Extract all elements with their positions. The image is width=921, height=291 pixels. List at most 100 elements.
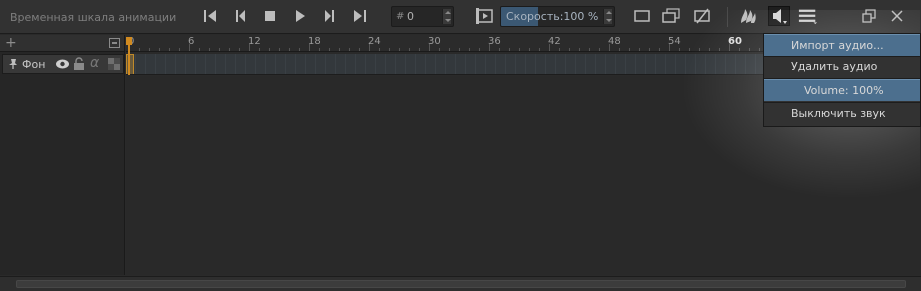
ruler-tick <box>529 48 530 51</box>
audio-menu-item[interactable]: Выключить звук <box>764 103 920 125</box>
close-icon[interactable] <box>887 6 907 26</box>
ruler-tick <box>179 48 180 51</box>
horizontal-scrollbar[interactable] <box>0 276 921 291</box>
ruler-tick <box>479 48 480 51</box>
menu-icon[interactable] <box>798 6 818 26</box>
frame-spinner[interactable] <box>442 9 451 24</box>
ruler-tick <box>569 48 570 51</box>
scrollbar-thumb[interactable] <box>16 280 906 288</box>
ruler-tick <box>659 48 660 51</box>
speed-value: 100 % <box>563 10 599 23</box>
toolbar-separator <box>727 7 728 27</box>
ruler-tick <box>209 48 210 51</box>
layers-panel: + Фон α <box>0 35 125 275</box>
timeline-toolbar: Временная шкала анимации # 0 Скорость:10… <box>0 0 921 34</box>
ruler-tick <box>719 48 720 51</box>
pin-icon[interactable] <box>7 58 19 73</box>
ruler-tick <box>679 48 680 51</box>
ruler-tick <box>579 48 580 51</box>
ruler-tick <box>359 48 360 51</box>
previous-frame-icon[interactable] <box>230 6 250 26</box>
ruler-tick <box>599 48 600 51</box>
ruler-tick <box>149 48 150 51</box>
ruler-tick <box>639 48 640 51</box>
ruler-tick <box>419 48 420 51</box>
ruler-tick <box>509 48 510 51</box>
speed-spinner[interactable] <box>603 9 612 24</box>
ruler-label: 42 <box>548 36 561 47</box>
ruler-label: 36 <box>488 36 501 47</box>
ruler-label: 18 <box>308 36 321 47</box>
ruler-tick <box>469 48 470 51</box>
ruler-tick <box>279 48 280 51</box>
ruler-label: 54 <box>668 36 681 47</box>
skip-to-first-icon[interactable] <box>200 6 220 26</box>
audio-menu-item[interactable]: Импорт аудио... <box>764 34 920 56</box>
layer-name: Фон <box>22 58 46 71</box>
ruler-tick <box>619 48 620 51</box>
ruler-tick <box>499 48 500 51</box>
ruler-tick <box>259 48 260 51</box>
ruler-tick <box>759 48 760 51</box>
ruler-tick <box>739 48 740 51</box>
frame-number-input[interactable]: # 0 <box>391 6 454 27</box>
next-frame-icon[interactable] <box>320 6 340 26</box>
ruler-label: 30 <box>428 36 441 47</box>
ruler-tick <box>199 48 200 51</box>
ruler-tick <box>169 48 170 51</box>
ruler-tick <box>299 48 300 51</box>
layers-header: + <box>0 35 124 52</box>
single-frame-view-icon[interactable] <box>632 6 652 26</box>
audio-menu-item[interactable]: Удалить аудио <box>764 56 920 78</box>
ruler-label: 48 <box>608 36 621 47</box>
ruler-tick <box>749 48 750 51</box>
ruler-tick <box>539 48 540 51</box>
ruler-tick <box>269 48 270 51</box>
add-layer-icon[interactable]: + <box>5 35 17 52</box>
ruler-tick <box>409 48 410 51</box>
no-onion-skin-icon[interactable] <box>692 6 712 26</box>
audio-menu-item[interactable]: Volume: 100% <box>764 79 920 101</box>
frame-range-icon[interactable] <box>475 6 495 26</box>
ruler-tick <box>229 48 230 51</box>
layer-row[interactable]: Фон α <box>2 54 124 74</box>
frame-hash-label: # <box>396 11 405 22</box>
ruler-tick <box>339 48 340 51</box>
ruler-tick <box>439 48 440 51</box>
eye-icon[interactable] <box>55 57 70 74</box>
onion-skin-icon[interactable] <box>661 6 681 26</box>
ruler-tick <box>519 48 520 51</box>
ruler-tick <box>459 48 460 51</box>
flame-brush-icon[interactable] <box>738 6 758 26</box>
stop-icon[interactable] <box>260 6 280 26</box>
alpha-icon[interactable]: α <box>90 55 99 71</box>
playhead[interactable] <box>126 35 133 76</box>
ruler-tick <box>319 48 320 51</box>
menu-divider <box>764 102 920 103</box>
ruler-tick <box>139 48 140 51</box>
skip-to-last-icon[interactable] <box>350 6 370 26</box>
ruler-tick <box>329 48 330 51</box>
lock-icon[interactable] <box>73 57 85 74</box>
ruler-tick <box>349 48 350 51</box>
ruler-tick <box>289 48 290 51</box>
speaker-icon[interactable] <box>768 6 790 26</box>
ruler-tick <box>449 48 450 51</box>
ruler-tick <box>589 48 590 51</box>
collapse-layers-icon[interactable] <box>109 38 120 48</box>
blend-mode-icon[interactable] <box>107 57 121 74</box>
ruler-label: 12 <box>248 36 261 47</box>
ruler-tick <box>689 48 690 51</box>
speed-label: Скорость: <box>506 10 564 23</box>
ruler-tick <box>709 48 710 51</box>
ruler-tick <box>239 48 240 51</box>
ruler-label: 60 <box>728 36 742 47</box>
playhead-handle[interactable] <box>126 37 132 45</box>
play-icon[interactable] <box>290 6 310 26</box>
frame-number-value: 0 <box>407 10 414 23</box>
restore-window-icon[interactable] <box>859 6 879 26</box>
menu-divider <box>764 78 920 79</box>
speed-slider[interactable]: Скорость:100 % <box>500 6 615 27</box>
ruler-tick <box>649 48 650 51</box>
ruler-tick <box>159 48 160 51</box>
